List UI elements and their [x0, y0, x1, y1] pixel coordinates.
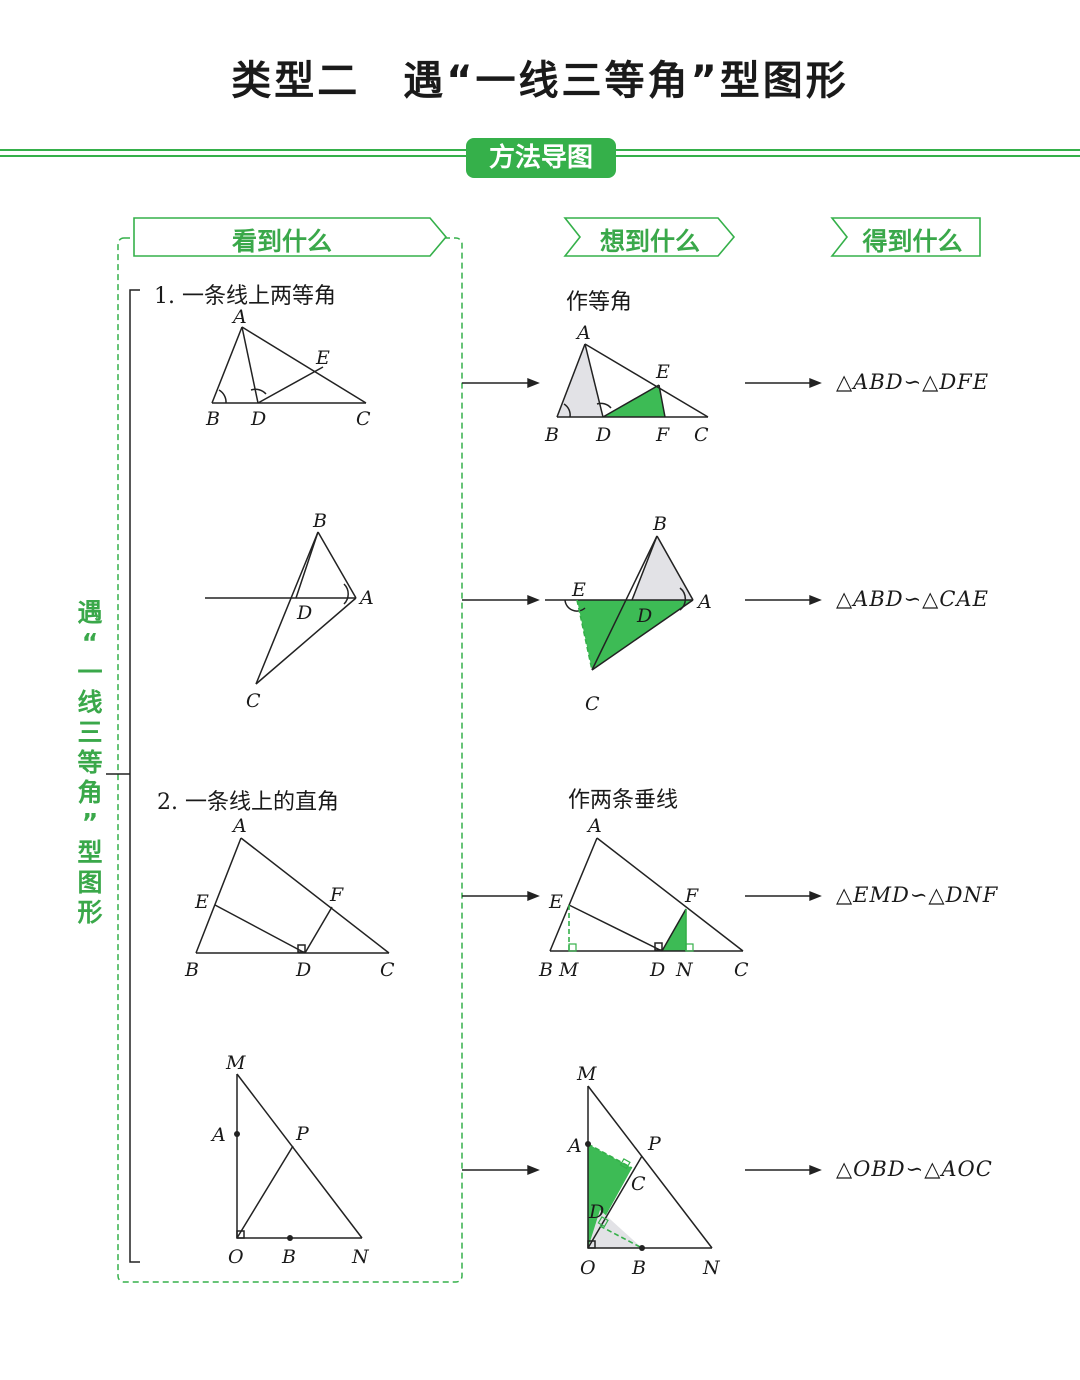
- svg-text:B: B: [205, 408, 220, 430]
- figure-1-given: [211, 326, 367, 404]
- figures-layer: A E B D C A E B D F C B A D C BAE DC AE F B D C AE…: [184, 306, 749, 1279]
- svg-text:F: F: [329, 884, 344, 906]
- svg-text:A: A: [575, 322, 591, 344]
- svg-text:C: C: [246, 690, 261, 712]
- svg-text:N: N: [351, 1246, 370, 1268]
- svg-text:N: N: [702, 1257, 721, 1279]
- svg-text:E: E: [571, 579, 586, 601]
- figure-3-constructed: [549, 837, 744, 952]
- figure-3-given: [195, 837, 390, 954]
- svg-text:M: M: [558, 959, 579, 981]
- svg-text:E: E: [194, 891, 209, 913]
- svg-text:B: B: [184, 959, 199, 981]
- svg-text:A: A: [696, 591, 712, 613]
- svg-text:D: D: [595, 424, 611, 446]
- figure-4-given: [236, 1073, 363, 1239]
- svg-text:B: B: [631, 1257, 646, 1279]
- svg-text:A: A: [231, 815, 247, 837]
- svg-text:M: M: [576, 1063, 597, 1085]
- svg-text:E: E: [315, 347, 330, 369]
- svg-text:N: N: [675, 959, 694, 981]
- svg-text:C: C: [356, 408, 371, 430]
- svg-text:A: A: [586, 815, 602, 837]
- figure-2-given: [205, 531, 357, 685]
- svg-text:E: E: [548, 891, 563, 913]
- svg-text:D: D: [295, 959, 311, 981]
- svg-text:E: E: [655, 361, 670, 383]
- svg-text:A: A: [210, 1124, 226, 1146]
- svg-text:P: P: [647, 1133, 662, 1155]
- figure-2-labels: B A D C: [246, 510, 374, 712]
- svg-text:B: B: [544, 424, 559, 446]
- figure-3c-labels: A E F BM D N C: [538, 815, 749, 981]
- svg-text:D: D: [588, 1201, 604, 1223]
- svg-text:O: O: [580, 1257, 596, 1279]
- svg-text:C: C: [734, 959, 749, 981]
- svg-text:A: A: [566, 1135, 582, 1157]
- svg-text:A: A: [231, 306, 247, 328]
- svg-text:A: A: [358, 587, 374, 609]
- svg-text:P: P: [295, 1123, 310, 1145]
- svg-text:O: O: [228, 1246, 244, 1268]
- svg-text:D: D: [250, 408, 266, 430]
- svg-text:B: B: [538, 959, 553, 981]
- svg-text:F: F: [684, 885, 699, 907]
- svg-text:C: C: [694, 424, 709, 446]
- figure-1-labels: A E B D C: [205, 306, 371, 430]
- svg-text:B: B: [652, 513, 667, 535]
- svg-text:D: D: [649, 959, 665, 981]
- svg-text:F: F: [655, 424, 670, 446]
- figure-1c-labels: A E B D F C: [544, 322, 709, 446]
- svg-text:B: B: [281, 1246, 296, 1268]
- svg-text:C: C: [380, 959, 395, 981]
- svg-text:M: M: [225, 1052, 246, 1074]
- figure-2-constructed: [545, 535, 694, 671]
- svg-text:C: C: [631, 1173, 646, 1195]
- svg-text:B: B: [312, 510, 327, 532]
- figure-4-constructed: [585, 1085, 713, 1251]
- svg-text:D: D: [636, 605, 652, 627]
- figure-3-labels: A E F B D C: [184, 815, 395, 981]
- svg-text:D: D: [296, 602, 312, 624]
- figure-1-constructed: [556, 343, 709, 418]
- svg-text:C: C: [585, 693, 600, 715]
